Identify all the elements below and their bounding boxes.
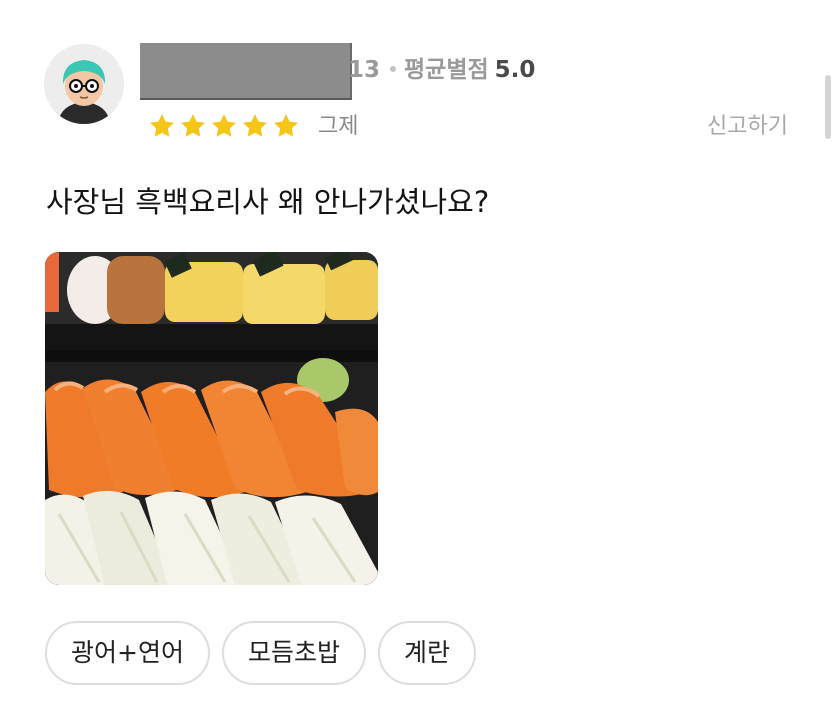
review-photo[interactable] [45,252,378,585]
menu-tag-flounder-salmon[interactable]: 광어+연어 [45,621,210,685]
star-icon [212,114,236,137]
review-text: 사장님 흑백요리사 왜 안나가셨나요? [46,185,490,219]
author-count: 13 [348,57,381,83]
sushi-photo [45,252,378,585]
star-icon [243,114,267,137]
star-icon [274,114,298,137]
menu-tag-assorted-sushi[interactable]: 모듬초밥 [221,621,366,685]
avg-rating-value: 5.0 [494,57,536,83]
avg-rating-label: 평균별점 [404,57,489,83]
star-icon [181,114,205,137]
author-meta: 13 평균별점 5.0 [348,56,535,84]
star-rating [148,112,300,140]
review-date: 그제 [318,114,359,139]
avatar[interactable] [44,44,124,124]
star-icon [150,114,174,137]
avatar-image [44,44,124,124]
menu-tag-egg[interactable]: 계란 [377,621,476,685]
author-name-redacted [140,43,352,100]
scrollbar[interactable] [825,75,831,139]
separator-dot [390,65,397,72]
menu-tag-list: 광어+연어 모듬초밥 계란 [45,621,476,685]
report-button[interactable]: 신고하기 [707,113,788,141]
